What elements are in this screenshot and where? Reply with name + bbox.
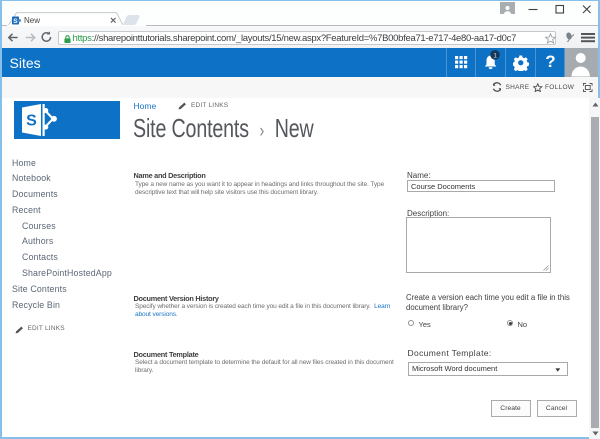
svg-text:S: S xyxy=(13,18,18,25)
svg-text:S: S xyxy=(26,113,37,130)
svg-text:1: 1 xyxy=(493,52,497,59)
